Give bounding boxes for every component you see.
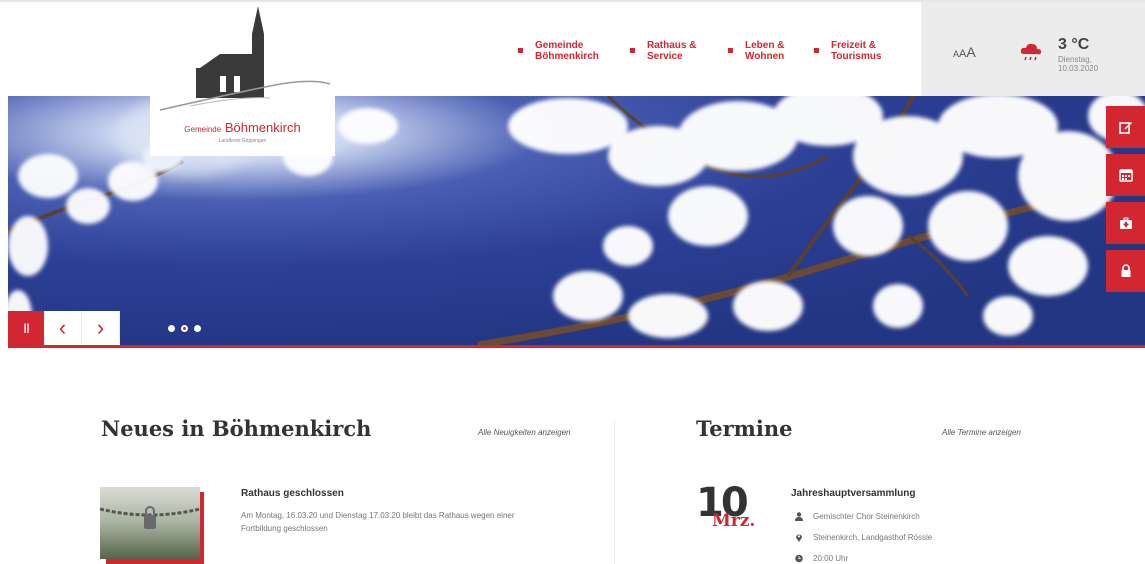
news-teaser: Am Montag, 16.03.20 und Dienstag 17.03.2… xyxy=(241,511,515,533)
event-time-text: 20:00 Uhr xyxy=(813,554,849,563)
slide-dot[interactable] xyxy=(194,324,201,332)
first-aid-icon xyxy=(1119,217,1132,229)
hero-border xyxy=(8,345,1145,348)
site-logo[interactable]: Gemeinde Böhmenkirch Landkreis Göppingen xyxy=(150,6,335,156)
event-location: Steinenkirch, Landgasthof Rössle xyxy=(795,533,932,542)
all-news-link[interactable]: Alle Neuigkeiten anzeigen xyxy=(478,428,571,437)
lock-icon xyxy=(1121,264,1130,277)
event-location-text: Steinenkirch, Landgasthof Rössle xyxy=(813,533,933,542)
nav-item-leben[interactable]: Leben & Wohnen xyxy=(728,40,814,62)
slide-dot-active[interactable] xyxy=(181,324,188,332)
font-size-switcher[interactable]: AAA xyxy=(953,44,976,62)
nav-bullet xyxy=(518,48,523,53)
rain-cloud-icon xyxy=(1019,42,1043,67)
pause-button[interactable]: II xyxy=(8,311,44,345)
events-section-title: Termine xyxy=(696,416,793,441)
slide-dots xyxy=(168,311,201,345)
nav-item-label: Gemeinde Böhmenkirch xyxy=(535,40,599,62)
slider-controls: II ‹ › xyxy=(8,311,201,345)
chain-lock-image xyxy=(100,487,200,559)
event-time: 20:00 Uhr xyxy=(795,554,848,563)
logo-tagline: Landkreis Göppingen xyxy=(218,138,267,144)
nav-item-gemeinde[interactable]: Gemeinde Böhmenkirch xyxy=(518,40,630,62)
calendar-tab[interactable] xyxy=(1106,154,1145,196)
nav-item-rathaus[interactable]: Rathaus & Service xyxy=(630,40,728,62)
toolbox: AAA 3 °C Dienstag, 10.03.2020 xyxy=(921,2,1145,98)
event-title[interactable]: Jahreshauptversammlung xyxy=(791,488,916,499)
event-organizer-text: Gemischter Chor Steinenkirch xyxy=(813,512,920,521)
font-size-large[interactable]: A xyxy=(966,44,975,60)
edit-icon xyxy=(1118,122,1132,134)
nav-item-label: Freizeit & Tourismus xyxy=(831,40,882,62)
first-aid-tab[interactable] xyxy=(1106,202,1145,244)
nav-bullet xyxy=(728,48,733,53)
lock-tab[interactable] xyxy=(1106,250,1145,292)
event-organizer: Gemischter Chor Steinenkirch xyxy=(795,512,920,521)
nav-bullet xyxy=(630,48,635,53)
clock-icon xyxy=(795,554,803,563)
weekday: Dienstag, xyxy=(1058,55,1092,64)
all-events-link[interactable]: Alle Termine anzeigen xyxy=(942,428,1021,437)
section-divider xyxy=(614,420,615,564)
news-section-title: Neues in Böhmenkirch xyxy=(101,416,372,441)
next-slide-button[interactable]: › xyxy=(82,311,120,345)
nav-item-label: Rathaus & Service xyxy=(647,40,697,62)
map-marker-icon xyxy=(795,533,803,542)
main-nav: Gemeinde Böhmenkirch Rathaus & Service L… xyxy=(518,40,919,62)
logo-prefix: Gemeinde xyxy=(184,125,222,134)
user-icon xyxy=(795,512,803,521)
logo-title: Böhmenkirch xyxy=(224,120,301,135)
slide-dot[interactable] xyxy=(168,324,175,332)
event-month: Mrz. xyxy=(712,511,756,531)
news-thumbnail[interactable] xyxy=(100,487,200,559)
date: 10.03.2020 xyxy=(1058,64,1099,73)
side-tabs xyxy=(1106,106,1145,298)
nav-bullet xyxy=(814,48,819,53)
edit-tab[interactable] xyxy=(1106,106,1145,148)
weather-date: Dienstag, 10.03.2020 xyxy=(1058,55,1098,73)
temperature: 3 °C xyxy=(1058,36,1090,53)
nav-item-label: Leben & Wohnen xyxy=(745,40,785,62)
logo-name: Gemeinde Böhmenkirch xyxy=(150,120,335,135)
prev-slide-button[interactable]: ‹ xyxy=(44,311,82,345)
calendar-icon xyxy=(1118,169,1133,182)
nav-item-freizeit[interactable]: Freizeit & Tourismus xyxy=(814,40,919,62)
news-headline[interactable]: Rathaus geschlossen xyxy=(241,488,344,499)
church-logo-icon xyxy=(159,6,331,111)
